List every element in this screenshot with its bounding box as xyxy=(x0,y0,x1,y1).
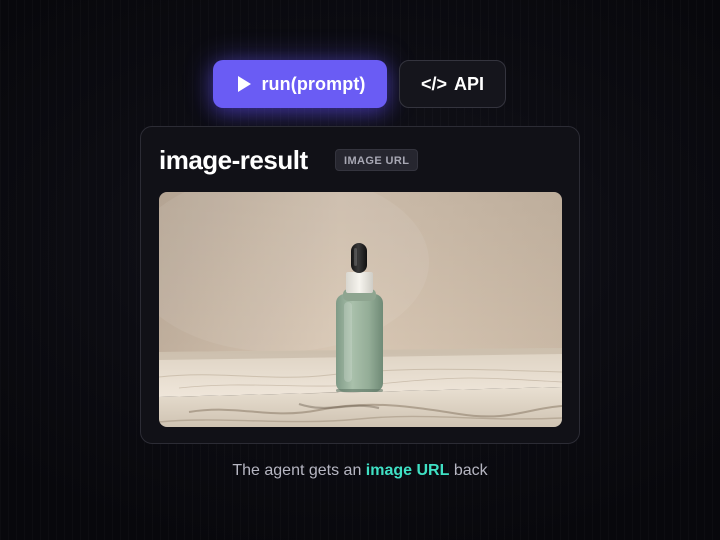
caption-highlight: image URL xyxy=(365,462,450,479)
result-image[interactable] xyxy=(159,192,562,427)
caption: The agent gets an image URL back xyxy=(0,462,720,480)
image-url-badge: IMAGE URL xyxy=(335,149,419,171)
run-prompt-label: run(prompt) xyxy=(261,73,366,94)
api-button[interactable]: </> API xyxy=(399,60,506,108)
caption-before: The agent gets an xyxy=(232,462,366,479)
caption-after: back xyxy=(449,462,488,479)
card-title: image-result xyxy=(159,145,308,175)
play-icon xyxy=(238,76,252,92)
image-result-card: image-result IMAGE URL xyxy=(140,126,580,444)
api-label: API xyxy=(454,73,485,94)
run-prompt-button[interactable]: run(prompt) xyxy=(213,60,387,108)
code-icon: </> xyxy=(420,73,447,94)
